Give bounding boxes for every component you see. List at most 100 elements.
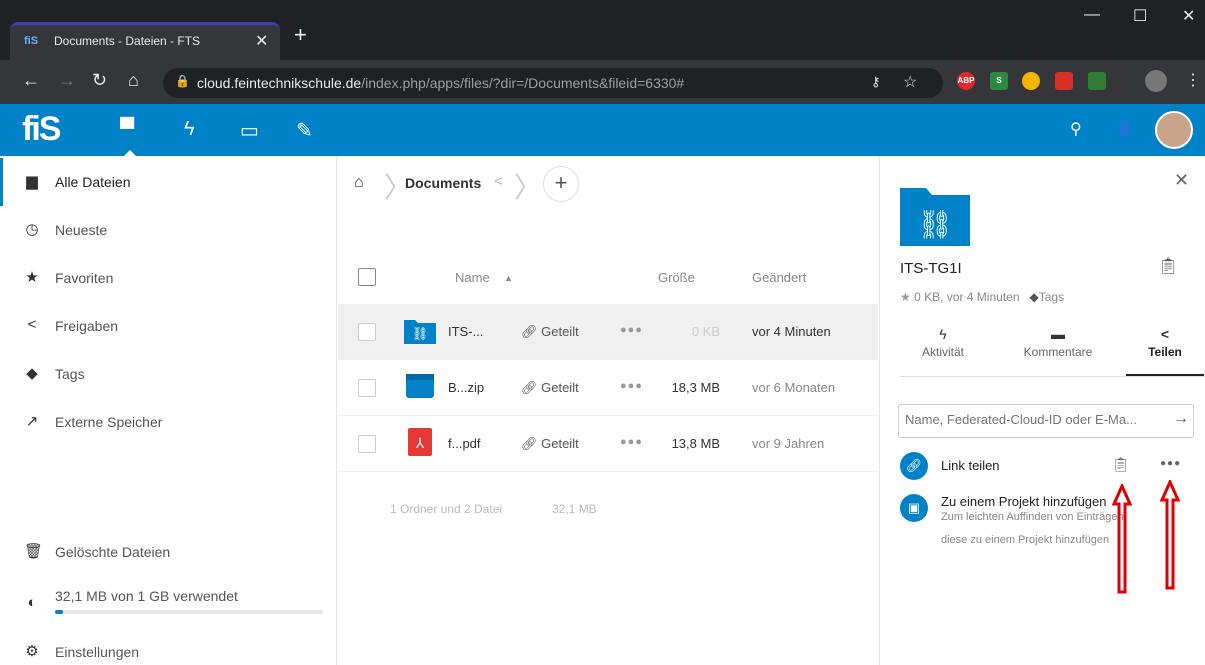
extension-green-icon[interactable] (1088, 72, 1106, 90)
app-logo[interactable]: fiS (22, 110, 94, 150)
address-bar[interactable]: 🔒 cloud.feintechnikschule.de/index.php/a… (163, 68, 943, 98)
tag-icon: ◆ (26, 365, 38, 382)
sidebar-item-label: Freigaben (55, 318, 119, 334)
browser-menu-icon[interactable]: ⋮ (1185, 70, 1201, 90)
trash-icon: 🗑 (24, 543, 44, 560)
file-name[interactable]: f...pdf (448, 436, 481, 451)
sidebar-item-label: Einstellungen (55, 644, 140, 660)
files-app-icon[interactable]: ▀ (120, 118, 134, 141)
breadcrumb-documents[interactable]: Documents (405, 175, 481, 191)
sidebar-item-settings[interactable]: ⚙ Einstellungen (0, 628, 337, 665)
browser-profile-avatar[interactable] (1145, 70, 1167, 92)
more-actions-icon[interactable]: ●●● (620, 436, 643, 448)
table-row[interactable]: ⛓ ITS-... 🔗︎ Geteilt ●●● 0 KB vor 4 Minu… (338, 304, 878, 360)
sidebar-item-all-files[interactable]: ▆ Alle Dateien (0, 158, 337, 206)
tab-divider (900, 376, 1205, 377)
pdf-extension-icon[interactable] (1055, 72, 1073, 90)
sidebar-item-tags[interactable]: ◆ Tags (0, 350, 337, 398)
share-search-input[interactable] (905, 412, 1165, 427)
sidebar-item-favorites[interactable]: ★ Favoriten (0, 254, 337, 302)
favorite-star-icon[interactable]: ★ (900, 290, 911, 304)
sidebar-quota: ◐ 32,1 MB von 1 GB verwendet (0, 576, 337, 624)
sidebar-item-label: Gelöschte Dateien (55, 544, 171, 560)
row-checkbox[interactable] (358, 323, 376, 341)
sidebar-item-shares[interactable]: < Freigaben (0, 302, 337, 350)
more-actions-icon[interactable]: ●●● (620, 324, 643, 336)
files-main: ⌂ 〉 Documents < 〉 + Name ▲ Größe Geänder… (338, 156, 878, 665)
home-breadcrumb-icon[interactable]: ⌂ (354, 174, 364, 192)
details-panel: ✕ ⛓ ITS-TG1I 📋︎ ★ 0 KB, vor 4 Minuten ◆T… (879, 156, 1205, 665)
contacts-icon[interactable]: 👤 (1115, 119, 1135, 139)
table-row[interactable]: ⅄ f...pdf 🔗︎ Geteilt ●●● 13,8 MB vor 9 J… (338, 416, 878, 472)
share-status[interactable]: 🔗︎ Geteilt (521, 324, 579, 340)
extension-face-icon[interactable] (1022, 72, 1040, 90)
pdf-icon: ⅄ (408, 428, 432, 456)
link-icon: 🔗︎ (521, 324, 542, 339)
adblock-extension-icon[interactable]: ABP (957, 72, 975, 90)
search-icon[interactable]: ⚲ (1070, 119, 1082, 139)
share-status[interactable]: 🔗︎ Geteilt (521, 436, 579, 452)
tab-close-icon[interactable]: ✕ (255, 31, 268, 51)
new-tab-button[interactable]: + (294, 22, 307, 48)
clipboard-icon[interactable]: 📋︎ (1158, 256, 1178, 276)
svg-text:⅄: ⅄ (415, 436, 425, 452)
key-icon[interactable]: ⚷ (871, 74, 881, 90)
user-avatar[interactable] (1155, 111, 1193, 149)
browser-tab[interactable]: fiS Documents - Dateien - FTS ✕ (10, 22, 280, 60)
share-icon: < (27, 316, 37, 333)
project-circle-icon: ▣ (900, 494, 928, 522)
tags-link[interactable]: Tags (1039, 290, 1064, 304)
quota-text: 32,1 MB von 1 GB verwendet (55, 588, 238, 604)
select-all-checkbox[interactable] (358, 268, 376, 286)
reload-icon[interactable]: ↻ (92, 70, 107, 91)
sidebar-item-label: Externe Speicher (55, 414, 163, 430)
tab-sharing[interactable]: < Teilen (1126, 326, 1204, 376)
project-title[interactable]: Zu einem Projekt hinzufügen (941, 494, 1106, 509)
file-name[interactable]: ITS-... (448, 324, 483, 339)
tag-icon: ◆ (1029, 290, 1039, 304)
sidebar-item-recent[interactable]: ◷ Neueste (0, 206, 337, 254)
file-modified: vor 6 Monaten (752, 380, 836, 395)
column-size[interactable]: Größe (658, 270, 695, 285)
column-name[interactable]: Name (455, 270, 490, 285)
calendar-app-icon[interactable]: ▭ (240, 118, 259, 143)
share-breadcrumb-icon[interactable]: < (494, 173, 503, 190)
maximize-icon[interactable]: ☐ (1133, 6, 1147, 26)
table-row[interactable]: B...zip 🔗︎ Geteilt ●●● 18,3 MB vor 6 Mon… (338, 360, 878, 416)
extension-s-icon[interactable]: S (990, 72, 1008, 90)
minimize-icon[interactable]: — (1084, 6, 1100, 24)
file-name[interactable]: B...zip (448, 380, 484, 395)
add-button[interactable]: + (543, 166, 579, 202)
close-panel-icon[interactable]: ✕ (1174, 170, 1189, 191)
sidebar-item-label: Tags (55, 366, 85, 382)
arrow-right-icon[interactable]: → (1173, 410, 1189, 428)
clipboard-icon[interactable]: 📋︎ (1112, 456, 1130, 473)
window-close-icon[interactable]: ✕ (1182, 6, 1195, 26)
sidebar-item-external-storage[interactable]: ↗ Externe Speicher (0, 398, 337, 446)
annotation-arrow-icon (1112, 484, 1132, 594)
home-icon[interactable]: ⌂ (128, 70, 139, 91)
tab-title: Documents - Dateien - FTS (54, 34, 201, 48)
activity-app-icon[interactable]: ϟ (184, 118, 195, 141)
column-modified[interactable]: Geändert (752, 270, 806, 285)
back-icon[interactable]: ← (22, 70, 40, 91)
bookmark-star-icon[interactable]: ☆ (903, 72, 917, 92)
favicon-icon: fiS (24, 35, 39, 47)
link-circle-icon: 🔗︎ (900, 452, 928, 480)
file-size: 13,8 MB (671, 436, 720, 451)
sidebar-item-trash[interactable]: 🗑 Gelöschte Dateien (0, 528, 337, 576)
tab-activity[interactable]: ϟ Aktivität (900, 326, 986, 376)
tab-comments[interactable]: ▬ Kommentare (1010, 326, 1106, 376)
forward-icon[interactable]: → (58, 70, 76, 91)
row-checkbox[interactable] (358, 435, 376, 453)
more-actions-icon[interactable]: ●●● (620, 380, 643, 392)
share-status[interactable]: 🔗︎ Geteilt (521, 380, 579, 396)
notes-app-icon[interactable]: ✎ (296, 118, 313, 143)
share-search-field[interactable]: → (898, 404, 1194, 438)
comment-icon: ▬ (1051, 326, 1065, 342)
row-checkbox[interactable] (358, 379, 376, 397)
quota-progress-fill (55, 610, 64, 614)
link-share-label[interactable]: Link teilen (941, 458, 1000, 473)
more-options-icon[interactable]: ●●● (1160, 458, 1181, 469)
svg-text:⛓: ⛓ (412, 326, 429, 342)
